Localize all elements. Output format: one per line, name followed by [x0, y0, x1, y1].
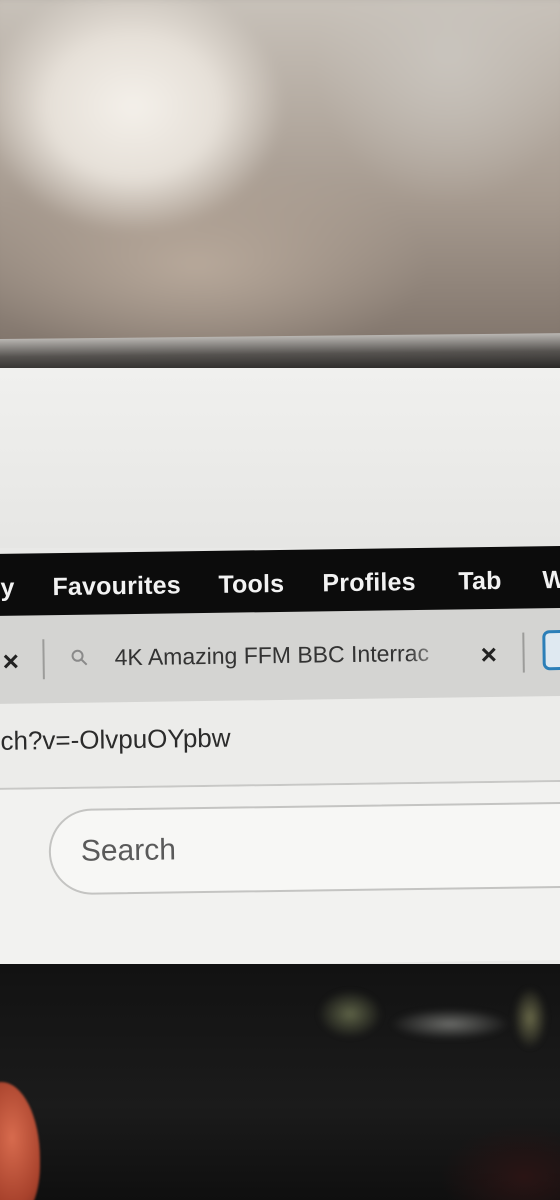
- search-icon: [71, 649, 88, 666]
- page-header: Search: [0, 781, 560, 968]
- video-frame-shadow: [440, 1124, 560, 1200]
- tab-title: 4K Amazing FFM BBC Interrac: [114, 639, 430, 671]
- tab-strip: × 4K Amazing FFM BBC Interrac ×: [0, 607, 560, 708]
- tab-divider: [522, 632, 525, 673]
- menu-window[interactable]: W: [542, 566, 560, 595]
- menu-history[interactable]: y: [0, 574, 15, 603]
- video-frame-content: [290, 974, 560, 1064]
- url-text[interactable]: ch?v=-OlvpuOYpbw: [0, 723, 230, 757]
- laptop-screen: y Favourites Tools Profiles Tab W × 4K A…: [0, 368, 560, 1200]
- background-room: [0, 0, 560, 370]
- video-frame-subject: [0, 1082, 40, 1200]
- prev-tab-close-button[interactable]: ×: [2, 646, 19, 678]
- tab-divider: [42, 639, 45, 680]
- menu-favourites[interactable]: Favourites: [52, 571, 181, 602]
- screen-glare: [0, 368, 560, 548]
- search-input[interactable]: Search: [48, 801, 560, 896]
- menu-profiles[interactable]: Profiles: [322, 568, 416, 598]
- video-player[interactable]: [0, 964, 560, 1200]
- menu-tab[interactable]: Tab: [458, 567, 502, 597]
- photo-scene: y Favourites Tools Profiles Tab W × 4K A…: [0, 0, 560, 1200]
- next-tab-favicon-icon[interactable]: [542, 629, 560, 671]
- menu-tools[interactable]: Tools: [218, 570, 284, 600]
- tab-close-button[interactable]: ×: [480, 639, 497, 671]
- address-bar[interactable]: ch?v=-OlvpuOYpbw: [0, 695, 560, 790]
- menu-bar: y Favourites Tools Profiles Tab W: [0, 545, 560, 618]
- search-placeholder: Search: [80, 833, 177, 868]
